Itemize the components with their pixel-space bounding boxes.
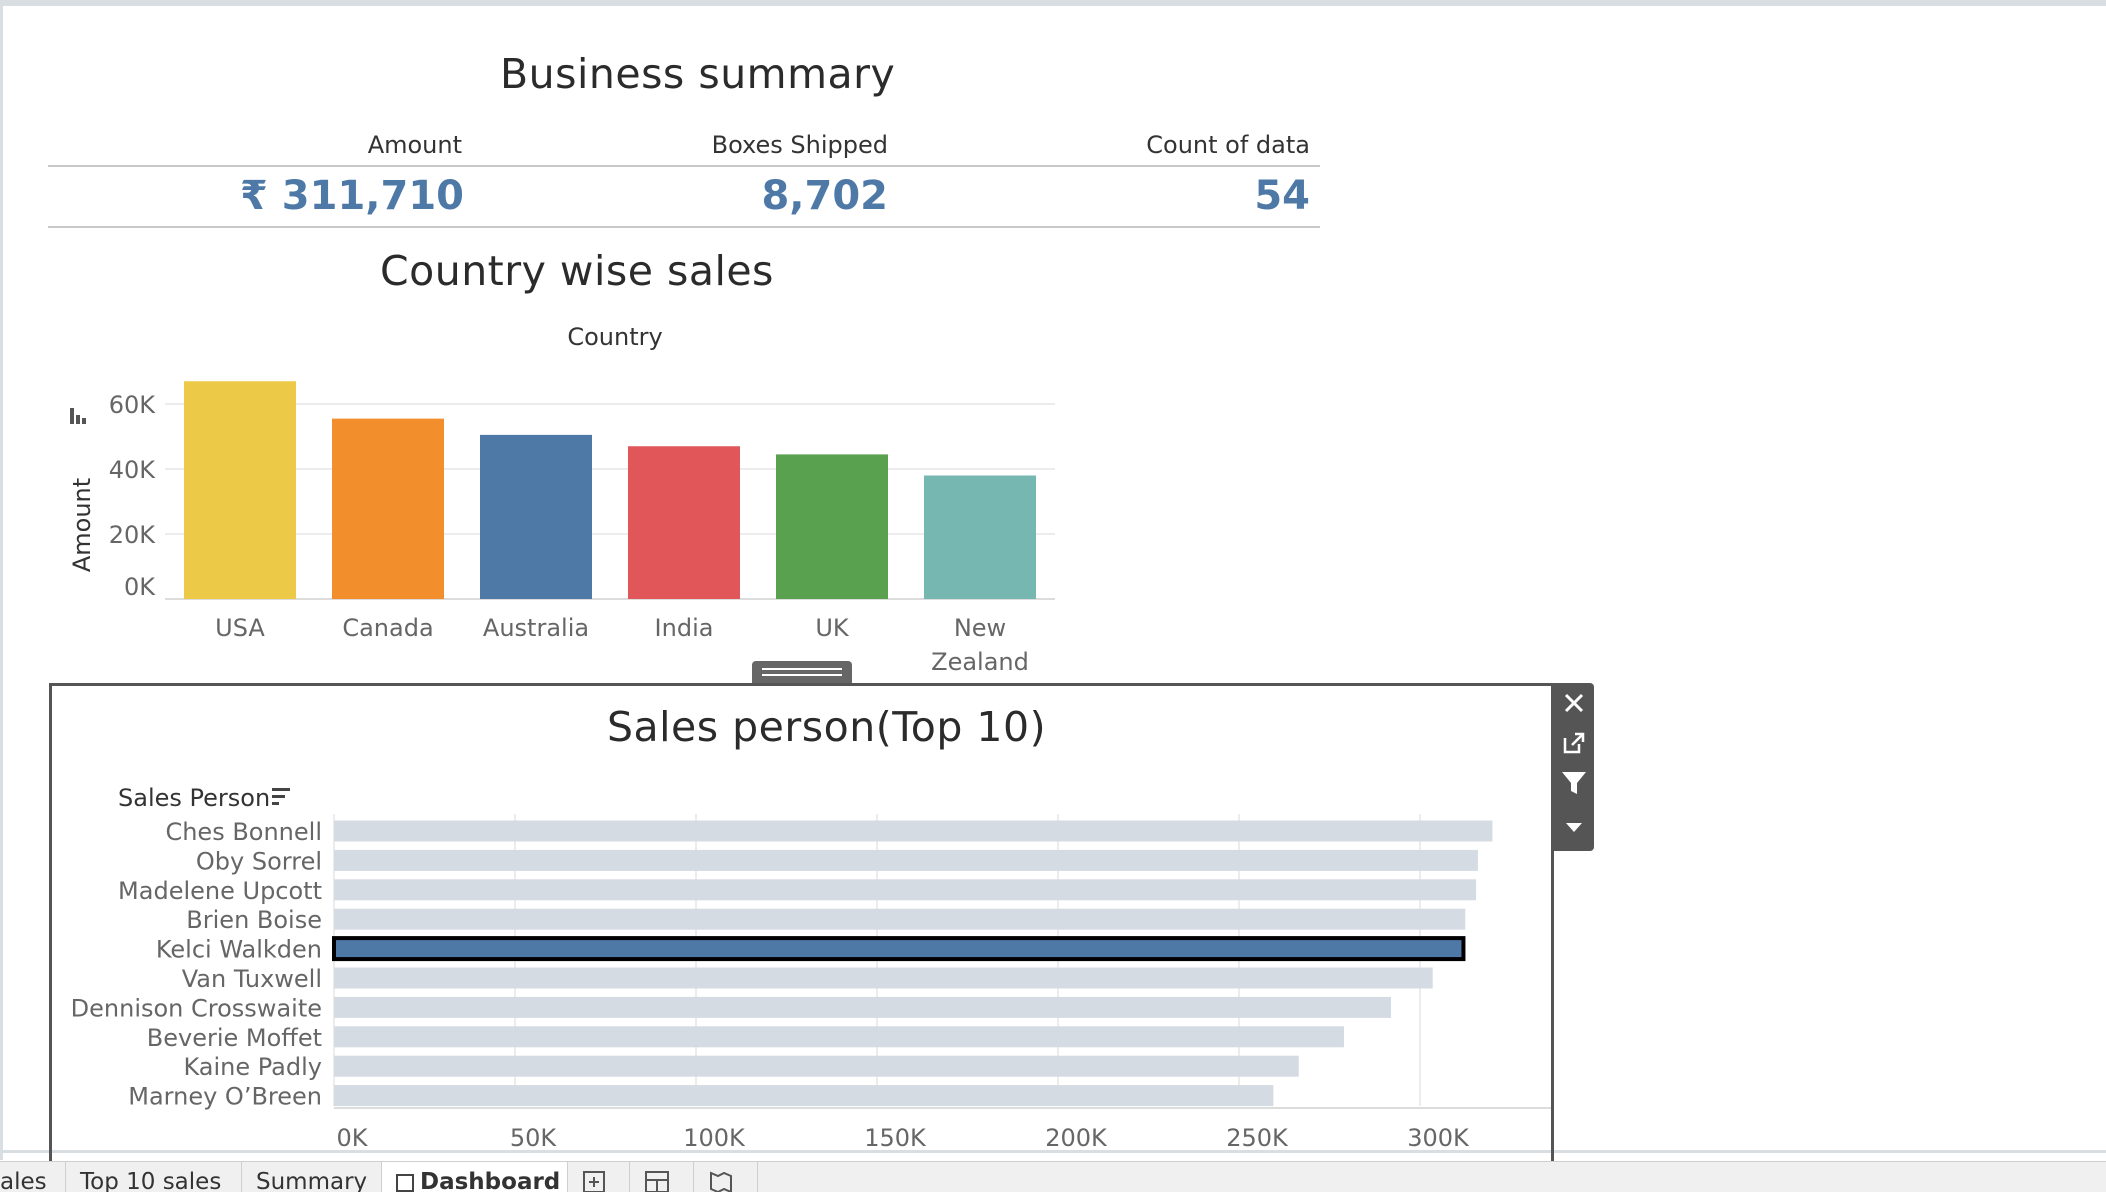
sales-x-tick-label: 150K	[864, 1124, 927, 1152]
tab-dashboard[interactable]: Dashboard	[382, 1162, 568, 1192]
kpi-boxes-value[interactable]: 8,702	[600, 173, 888, 219]
country-bar[interactable]	[776, 454, 888, 599]
sales-person-name[interactable]: Kaine Padly	[183, 1053, 322, 1081]
more-options-icon[interactable]	[1554, 803, 1594, 851]
sales-x-tick-label: 250K	[1226, 1124, 1289, 1152]
container-toolbar	[1554, 683, 1594, 851]
country-bar[interactable]	[332, 418, 444, 599]
country-chart-svg: Country Amount 0K 20K 40K 60K USA Canada Aust…	[68, 323, 1055, 676]
country-y-tick-label: 60K	[109, 391, 157, 419]
tab-label: ales	[0, 1169, 47, 1192]
kpi-amount-label: Amount	[367, 131, 462, 159]
sales-person-name[interactable]: Beverie Moffet	[147, 1024, 322, 1052]
sales-bar[interactable]	[334, 967, 1433, 989]
sales-person-name[interactable]: Madelene Upcott	[118, 877, 322, 905]
open-new-icon[interactable]	[1554, 723, 1594, 763]
sort-icon[interactable]	[70, 408, 86, 424]
country-y-axis-label: Amount	[68, 478, 96, 572]
container-drag-handle[interactable]	[752, 661, 852, 683]
sales-bar[interactable]	[334, 879, 1477, 901]
sales-x-tick-label: 50K	[510, 1124, 558, 1152]
country-x-tick-label: India	[655, 614, 714, 642]
sales-person-container[interactable]: Ches Bonnell Oby Sorrel Madelene Upcott Bri…	[49, 683, 1554, 1163]
sales-bar[interactable]	[334, 908, 1466, 930]
kpi-amount-value[interactable]: ₹ 311,710	[200, 173, 464, 219]
country-x-tick-label: USA	[215, 614, 265, 642]
country-bar[interactable]	[924, 475, 1036, 600]
country-x-tick-label: Zealand	[931, 648, 1029, 676]
tab-label: Summary	[256, 1169, 368, 1192]
dashboard-tab-icon	[396, 1173, 414, 1192]
sales-x-tick-label: 100K	[683, 1124, 746, 1152]
kpi-boxes-label: Boxes Shipped	[711, 131, 888, 159]
country-axis-header: Country	[567, 323, 662, 351]
kpi-count-value[interactable]: 54	[1150, 173, 1310, 219]
kpi-count-label: Count of data	[1146, 131, 1310, 159]
summary-title: Business summary	[500, 50, 896, 98]
sales-bar[interactable]	[334, 1055, 1299, 1077]
country-x-tick-label: New	[954, 614, 1006, 642]
sales-person-chart-svg: Ches BonnellOby SorrelMadelene UpcottBri…	[71, 814, 1551, 1152]
sales-person-name[interactable]: Ches Bonnell	[165, 818, 322, 846]
country-bar[interactable]	[628, 446, 740, 599]
sales-bar[interactable]	[334, 849, 1478, 871]
sales-x-tick-label: 0K	[336, 1124, 368, 1152]
sales-bar[interactable]	[334, 1085, 1274, 1107]
sheet-tab-bar: ales Top 10 sales Summary Dashboard	[0, 1161, 2106, 1192]
sales-person-name[interactable]: Dennison Crosswaite	[71, 994, 322, 1022]
sales-person-name[interactable]: Kelci Walkden	[156, 936, 322, 964]
sales-x-tick-label: 200K	[1045, 1124, 1108, 1152]
new-story-icon[interactable]	[694, 1162, 758, 1192]
filter-icon[interactable]	[1554, 763, 1594, 803]
country-y-tick-label: 0K	[124, 573, 156, 601]
frame-top-border	[0, 0, 2106, 6]
sales-bar-selected[interactable]	[332, 936, 1466, 962]
sales-person-header: Sales Person	[118, 784, 271, 812]
sales-x-tick-label: 300K	[1407, 1124, 1470, 1152]
sales-bar[interactable]	[334, 996, 1392, 1018]
sales-person-name[interactable]: Brien Boise	[186, 906, 322, 934]
country-bar[interactable]	[480, 434, 592, 599]
tab-sales[interactable]: ales	[0, 1162, 66, 1192]
sales-person-name[interactable]: Van Tuxwell	[182, 965, 322, 993]
kpi-header-divider	[48, 165, 1320, 167]
country-y-tick-label: 20K	[109, 521, 157, 549]
tab-label: Dashboard	[420, 1169, 561, 1192]
sales-person-chart-title: Sales person(Top 10)	[607, 703, 1047, 751]
country-x-tick-label: UK	[815, 614, 850, 642]
sales-person-name[interactable]: Marney O’Breen	[128, 1083, 322, 1111]
tab-top-10-sales[interactable]: Top 10 sales	[66, 1162, 242, 1192]
dashboard-canvas: Business summary Amount Boxes Shipped Co…	[0, 0, 2106, 1192]
sales-person-name[interactable]: Oby Sorrel	[196, 847, 322, 875]
new-dashboard-icon[interactable]	[630, 1162, 694, 1192]
tab-label: Top 10 sales	[80, 1169, 222, 1192]
sort-descending-icon[interactable]	[270, 786, 292, 808]
kpi-bottom-divider	[48, 226, 1320, 228]
sales-bar[interactable]	[334, 820, 1493, 842]
close-icon[interactable]	[1554, 683, 1594, 723]
country-y-tick-label: 40K	[109, 456, 157, 484]
country-x-tick-label: Australia	[483, 614, 589, 642]
country-chart-title: Country wise sales	[380, 247, 774, 295]
new-worksheet-icon[interactable]	[568, 1162, 630, 1192]
country-x-tick-label: Canada	[342, 614, 433, 642]
sales-bar[interactable]	[334, 1026, 1344, 1048]
country-bar[interactable]	[184, 381, 296, 599]
tab-summary[interactable]: Summary	[242, 1162, 382, 1192]
